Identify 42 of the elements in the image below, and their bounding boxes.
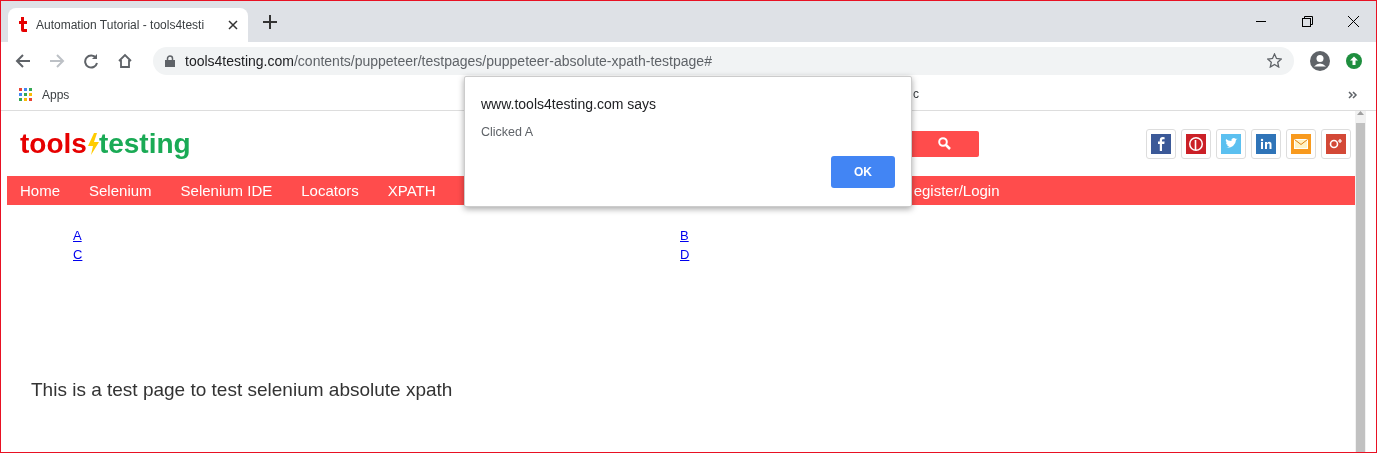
text-link[interactable]: A: [73, 228, 82, 243]
lock-icon: [165, 54, 175, 67]
scrollbar[interactable]: [1355, 111, 1366, 452]
bookmark-label[interactable]: Apps: [42, 87, 70, 102]
browser-tab[interactable]: Automation Tutorial - tools4testi: [8, 8, 248, 42]
dialog-title: www.tools4testing.com says: [481, 96, 658, 112]
apps-grid-icon: [19, 88, 32, 101]
new-tab-icon[interactable]: [263, 14, 277, 29]
dialog-message: Clicked A: [481, 125, 535, 139]
profile-icon[interactable]: [1310, 50, 1330, 71]
share-button[interactable]: [1181, 128, 1211, 159]
back-arrow-icon[interactable]: [15, 52, 31, 69]
update-icon[interactable]: [1346, 52, 1362, 69]
share-button[interactable]: [1146, 128, 1176, 159]
search-button[interactable]: [909, 130, 979, 157]
tab-title: Automation Tutorial - tools4testi: [36, 18, 206, 32]
bookmark-label[interactable]: c: [913, 87, 919, 101]
search-icon: [937, 137, 951, 150]
social-icon: [1221, 133, 1241, 154]
social-icon: [1186, 133, 1206, 154]
share-button[interactable]: [1251, 128, 1281, 159]
star-icon[interactable]: [1267, 53, 1282, 68]
text-link[interactable]: C: [73, 247, 83, 262]
site-logo[interactable]: tools testing: [20, 127, 191, 160]
text-link[interactable]: B: [680, 228, 689, 243]
social-icon: [1326, 133, 1346, 154]
social-icon: [1256, 133, 1276, 154]
minimize-icon[interactable]: [1256, 20, 1266, 23]
share-button[interactable]: [1321, 128, 1351, 159]
close-icon[interactable]: [1347, 16, 1359, 27]
restore-icon[interactable]: [1301, 16, 1313, 27]
social-icon: [1151, 133, 1171, 154]
social-icon: [1291, 133, 1311, 154]
reload-icon[interactable]: [83, 52, 99, 69]
page-text: This is a test page to test selenium absolute xpath: [31, 379, 454, 401]
address-bar[interactable]: tools4testing.com/contents/puppeteer/testpages/puppeteer-absolute-xpath-testpage#: [153, 46, 1294, 75]
text-link[interactable]: D: [680, 247, 690, 262]
close-icon[interactable]: [228, 20, 238, 30]
url-text: tools4testing.com/contents/puppeteer/testpages/puppeteer-absolute-xpath-testpage#: [185, 52, 712, 69]
chevron-icon[interactable]: [1348, 90, 1358, 99]
ok-button[interactable]: OK: [831, 156, 895, 188]
home-icon[interactable]: [117, 52, 133, 69]
